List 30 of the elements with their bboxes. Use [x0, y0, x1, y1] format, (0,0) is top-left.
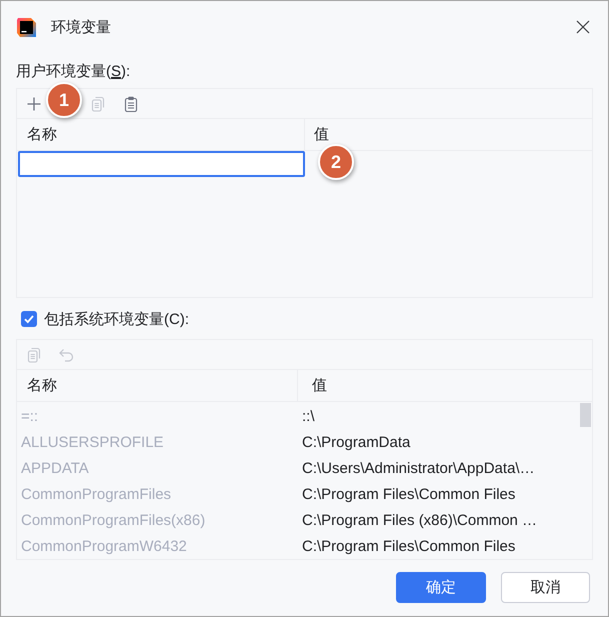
variable-value: C:\Program Files (x86)\Common …	[301, 512, 538, 528]
column-header: 名称	[17, 119, 305, 150]
window-title: 环境变量	[51, 18, 112, 36]
column-header: 值	[311, 376, 327, 396]
step-badge: 2	[318, 144, 354, 180]
app-logo-icon	[16, 16, 37, 38]
add-icon[interactable]	[26, 96, 42, 112]
column-header: 值	[313, 125, 329, 145]
input-field[interactable]	[18, 151, 305, 177]
variable-name: ALLUSERSPROFILE	[20, 434, 165, 450]
section-label: 用户环境变量(S):	[16, 62, 130, 82]
variable-value: C:\Users\Administrator\AppData\…	[301, 460, 535, 476]
column-header: 名称	[17, 370, 298, 401]
variable-name: APPDATA	[20, 460, 90, 476]
close-icon[interactable]	[575, 19, 591, 35]
cancel-button[interactable]: 取消	[501, 572, 590, 603]
variable-name: CommonProgramFiles(x86)	[20, 512, 206, 528]
clipboard-icon[interactable]	[123, 96, 139, 112]
checkbox-label[interactable]: 包括系统环境变量(C):	[44, 310, 189, 328]
variable-value: C:\Program Files\Common Files	[301, 538, 516, 554]
ok-button[interactable]: 确定	[396, 572, 486, 603]
variable-name: CommonProgramFiles	[20, 486, 172, 502]
scrollbar-thumb[interactable]	[580, 403, 591, 427]
variable-value: C:\Program Files\Common Files	[301, 486, 516, 502]
checkbox[interactable]	[21, 311, 37, 327]
variable-value: ::\	[301, 408, 315, 424]
variable-name: CommonProgramW6432	[20, 538, 188, 554]
variable-value: C:\ProgramData	[301, 434, 410, 450]
step-badge: 1	[46, 82, 82, 118]
variable-name: =::	[20, 408, 40, 424]
